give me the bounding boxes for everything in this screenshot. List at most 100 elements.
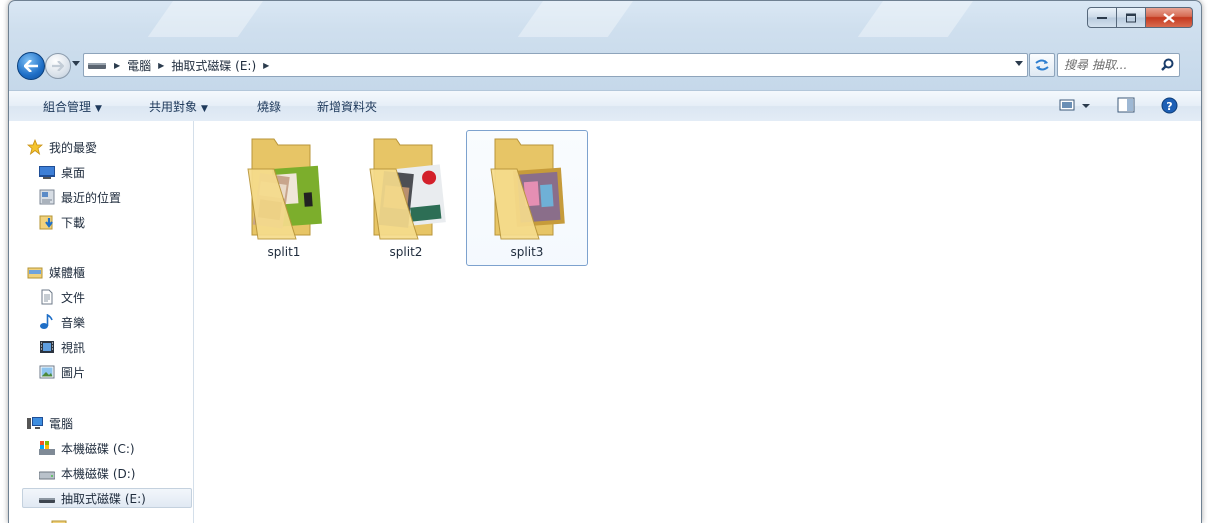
preview-pane-icon xyxy=(1117,97,1135,113)
burn-button[interactable]: 燒錄 xyxy=(257,98,281,115)
refresh-icon xyxy=(1035,59,1049,71)
nav-favorites[interactable]: 我的最愛 xyxy=(26,137,98,157)
search-input[interactable] xyxy=(1062,57,1158,73)
music-icon xyxy=(39,313,55,330)
nav-item-label: 視訊 xyxy=(61,340,86,355)
caption-buttons xyxy=(1087,7,1193,28)
nav-item-recent-places[interactable]: 最近的位置 xyxy=(39,187,121,207)
search-box[interactable] xyxy=(1057,53,1180,77)
nav-favorites-label: 我的最愛 xyxy=(49,140,98,155)
folder-item-selected[interactable]: split3 xyxy=(466,130,588,266)
nav-item-label: 文件 xyxy=(61,290,86,305)
refresh-button[interactable] xyxy=(1029,53,1055,77)
nav-item-documents[interactable]: 文件 xyxy=(39,287,85,307)
breadcrumb-separator[interactable]: ▶ xyxy=(263,61,269,70)
command-bar: 組合管理 ▼ 共用對象 ▼ 燒錄 新增資料夾 ? xyxy=(9,90,1201,122)
folder-item[interactable]: split1 xyxy=(223,130,345,266)
file-list[interactable]: split1 split2 split3 xyxy=(194,121,1201,523)
breadcrumb-separator[interactable]: ▶ xyxy=(158,61,164,70)
recent-pages-dropdown-icon[interactable] xyxy=(72,61,80,66)
nav-item-label: 圖片 xyxy=(61,365,86,380)
nav-computer-label: 電腦 xyxy=(49,416,74,431)
removable-drive-icon xyxy=(39,490,55,506)
folder-icon xyxy=(51,517,67,523)
chevron-down-icon: ▼ xyxy=(201,104,208,114)
nav-item-local-disk-d[interactable]: 本機磁碟 (D:) xyxy=(38,463,136,483)
organize-label: 組合管理 xyxy=(43,100,92,114)
address-bar[interactable]: ▶ 電腦 ▶ 抽取式磁碟 (E:) ▶ xyxy=(83,53,1028,77)
svg-text:?: ? xyxy=(1166,100,1172,113)
nav-item-videos[interactable]: 視訊 xyxy=(39,337,85,357)
computer-icon xyxy=(27,415,43,431)
organize-menu[interactable]: 組合管理 ▼ xyxy=(43,98,102,115)
hard-drive-icon xyxy=(38,465,56,481)
new-folder-button[interactable]: 新增資料夾 xyxy=(317,98,377,115)
navigation-pane[interactable]: 我的最愛 桌面 最近的位置 下載 媒體櫃 文件 音樂 視訊 圖片 電腦 本機磁碟… xyxy=(9,121,194,523)
glass-streak xyxy=(507,1,641,37)
downloads-icon xyxy=(39,214,55,230)
nav-libraries-label: 媒體櫃 xyxy=(49,265,86,280)
removable-drive-icon xyxy=(88,63,106,69)
nav-item-label: 音樂 xyxy=(61,315,86,330)
folder-name: split3 xyxy=(510,245,544,259)
desktop-icon xyxy=(39,164,55,180)
close-icon xyxy=(1163,12,1175,23)
maximize-button[interactable] xyxy=(1117,7,1146,28)
pictures-icon xyxy=(39,364,55,380)
nav-item-desktop[interactable]: 桌面 xyxy=(39,162,85,182)
nav-item-label: 桌面 xyxy=(61,165,86,180)
folder-item[interactable]: split2 xyxy=(345,130,467,266)
nav-item-label: 抽取式磁碟 (E:) xyxy=(61,491,146,506)
nav-item-label: 本機磁碟 (C:) xyxy=(61,441,135,456)
navigation-bar: ▶ 電腦 ▶ 抽取式磁碟 (E:) ▶ xyxy=(17,51,1193,80)
system-drive-icon xyxy=(39,440,55,456)
address-drive-icon-seg[interactable] xyxy=(84,54,110,76)
nav-item-label: 本機磁碟 (D:) xyxy=(61,466,136,481)
forward-button[interactable] xyxy=(45,53,71,79)
nav-item-music[interactable]: 音樂 xyxy=(39,312,85,332)
share-with-label: 共用對象 xyxy=(149,100,198,114)
arrow-left-icon xyxy=(24,60,38,72)
nav-item-label: 最近的位置 xyxy=(61,190,122,205)
maximize-icon xyxy=(1126,13,1136,22)
video-icon xyxy=(39,339,55,355)
chevron-down-icon: ▼ xyxy=(95,104,102,114)
nav-item-downloads[interactable]: 下載 xyxy=(39,212,85,232)
address-history-dropdown-icon[interactable] xyxy=(1015,61,1023,66)
nav-libraries[interactable]: 媒體櫃 xyxy=(27,262,85,282)
nav-computer[interactable]: 電腦 xyxy=(27,413,73,433)
explorer-window: ▶ 電腦 ▶ 抽取式磁碟 (E:) ▶ 組合管理▼ 共用對象▼ 燒錄 新增資料夾 xyxy=(8,0,1202,523)
folder-name: split1 xyxy=(267,245,301,259)
folder-icon xyxy=(490,138,565,240)
nav-item-pictures[interactable]: 圖片 xyxy=(39,362,85,382)
breadcrumb-computer[interactable]: 電腦 xyxy=(124,54,154,76)
glass-streak xyxy=(137,1,271,37)
folder-icon xyxy=(247,138,322,240)
nav-item-local-disk-c[interactable]: 本機磁碟 (C:) xyxy=(39,438,135,458)
change-view-button[interactable] xyxy=(1059,97,1091,116)
share-with-menu[interactable]: 共用對象 ▼ xyxy=(149,98,208,115)
recent-places-icon xyxy=(39,189,55,205)
nav-item-label: 下載 xyxy=(61,215,86,230)
libraries-icon xyxy=(27,264,43,280)
help-icon: ? xyxy=(1161,97,1178,114)
folder-name: split2 xyxy=(389,245,423,259)
arrow-right-icon xyxy=(52,61,64,71)
search-icon[interactable] xyxy=(1161,58,1174,71)
close-button[interactable] xyxy=(1146,7,1193,28)
minimize-button[interactable] xyxy=(1087,7,1117,28)
title-bar[interactable] xyxy=(9,1,1201,37)
glass-streak xyxy=(847,1,981,37)
preview-pane-button[interactable] xyxy=(1117,97,1135,116)
main-content: 我的最愛 桌面 最近的位置 下載 媒體櫃 文件 音樂 視訊 圖片 電腦 本機磁碟… xyxy=(9,121,1201,523)
breadcrumb-drive-e[interactable]: 抽取式磁碟 (E:) xyxy=(168,54,259,76)
folder-icon xyxy=(369,138,446,240)
star-icon xyxy=(26,138,44,156)
help-button[interactable]: ? xyxy=(1161,97,1178,117)
documents-icon xyxy=(39,289,55,305)
breadcrumb-separator[interactable]: ▶ xyxy=(114,61,120,70)
back-button[interactable] xyxy=(17,52,45,80)
view-options-icon xyxy=(1059,99,1090,111)
minimize-icon xyxy=(1097,16,1107,19)
nav-item-removable-disk-e[interactable]: 抽取式磁碟 (E:) xyxy=(22,488,192,508)
